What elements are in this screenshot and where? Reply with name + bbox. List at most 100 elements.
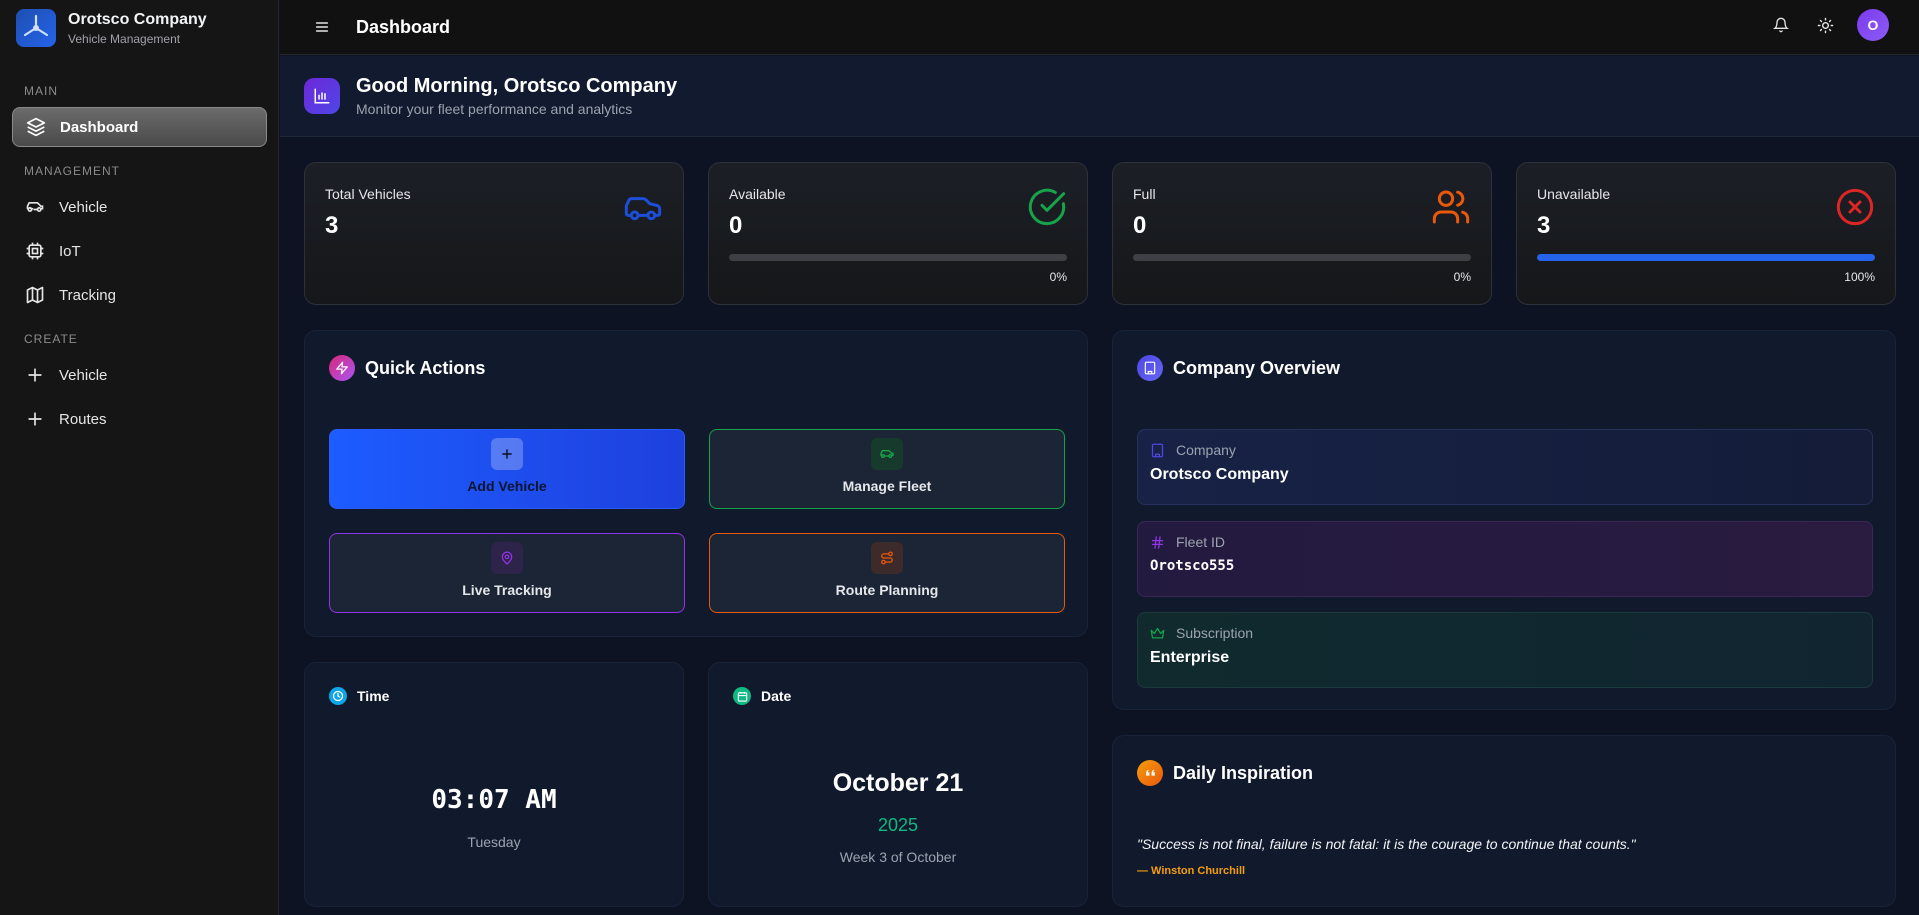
time-panel: Time 03:07 AM Tuesday (304, 662, 684, 907)
sun-icon[interactable] (1813, 13, 1837, 37)
sidebar-item-create-routes[interactable]: Routes (12, 399, 267, 439)
stat-value: 0 (729, 212, 743, 239)
progress-bar (1537, 254, 1875, 261)
fleet-id-value: Orotsco555 (1150, 558, 1235, 574)
stat-value: 3 (1537, 212, 1551, 239)
section-label-create: CREATE (24, 332, 78, 346)
map-icon (25, 285, 45, 305)
progress-bar (729, 254, 1067, 261)
quick-actions-panel: Quick Actions Add Vehicle Manage Fleet L… (304, 330, 1088, 637)
daily-inspiration-panel: Daily Inspiration "Success is not final,… (1112, 735, 1896, 907)
route-planning-button[interactable]: Route Planning (709, 533, 1065, 613)
company-name: Orotsco Company (1150, 466, 1289, 483)
route-icon (871, 542, 903, 574)
avatar[interactable]: O (1857, 9, 1889, 41)
calendar-icon (733, 687, 751, 705)
section-label-main: MAIN (24, 84, 58, 98)
time-value: 03:07 AM (431, 785, 557, 815)
date-value: October 21 (832, 769, 964, 797)
stat-card-unavailable: Unavailable 3 100% (1516, 162, 1896, 305)
week-value: Week 3 of October (839, 849, 957, 865)
company-overview-panel: Company Overview Company Orotsco Company… (1112, 330, 1896, 710)
panel-title: Time (357, 688, 390, 704)
manage-fleet-button[interactable]: Manage Fleet (709, 429, 1065, 509)
button-label: Route Planning (835, 582, 939, 598)
hash-icon (1150, 534, 1166, 550)
button-label: Manage Fleet (842, 478, 932, 494)
sidebar-item-label: Tracking (59, 286, 116, 304)
stat-label: Unavailable (1537, 186, 1611, 202)
stat-card-full: Full 0 0% (1112, 162, 1492, 305)
card-label: Company (1176, 442, 1236, 458)
quote-text: "Success is not final, failure is not fa… (1137, 836, 1636, 852)
x-circle-icon (1835, 187, 1875, 227)
subscription-value: Enterprise (1150, 649, 1230, 666)
greeting-title: Good Morning, Orotsco Company (356, 75, 678, 97)
day-value: Tuesday (467, 834, 521, 850)
building-icon (1137, 355, 1163, 381)
hamburger-menu-icon[interactable] (310, 15, 334, 39)
clock-icon (329, 687, 347, 705)
plus-icon (25, 409, 45, 429)
sidebar-item-label: Routes (59, 410, 107, 428)
panel-title: Daily Inspiration (1173, 762, 1314, 783)
panel-title: Date (761, 688, 792, 704)
brand: Orotsco Company Vehicle Management (0, 0, 278, 56)
progress-bar (1133, 254, 1471, 261)
sidebar-item-label: Vehicle (59, 198, 108, 216)
sidebar-item-create-vehicle[interactable]: Vehicle (12, 355, 267, 395)
zap-icon (329, 355, 355, 381)
year-value: 2025 (877, 815, 919, 835)
topbar: Dashboard O (280, 0, 1919, 55)
progress-percent: 0% (1049, 270, 1067, 284)
sidebar-item-label: IoT (59, 242, 81, 260)
layers-icon (26, 117, 46, 137)
cpu-icon (25, 241, 45, 261)
sidebar-item-dashboard[interactable]: Dashboard (12, 107, 267, 147)
stat-card-total-vehicles: Total Vehicles 3 (304, 162, 684, 305)
propeller-logo-icon (16, 9, 56, 47)
brand-subtitle: Vehicle Management (68, 31, 181, 46)
card-label: Subscription (1176, 625, 1254, 641)
bar-chart-icon (304, 78, 340, 114)
bell-icon[interactable] (1769, 13, 1793, 37)
sidebar-item-label: Dashboard (60, 118, 139, 136)
card-label: Fleet ID (1176, 534, 1226, 550)
greeting-banner: Good Morning, Orotsco Company Monitor yo… (280, 56, 1919, 137)
building-icon (1150, 442, 1166, 458)
button-label: Live Tracking (462, 582, 552, 598)
greeting-subtitle: Monitor your fleet performance and analy… (356, 101, 633, 117)
panel-title: Quick Actions (365, 357, 486, 378)
date-panel: Date October 21 2025 Week 3 of October (708, 662, 1088, 907)
quote-icon (1137, 760, 1163, 786)
subscription-card: Subscription Enterprise (1137, 612, 1873, 688)
sidebar-item-iot[interactable]: IoT (12, 231, 267, 271)
stat-card-available: Available 0 0% (708, 162, 1088, 305)
sidebar-item-label: Vehicle (59, 366, 108, 384)
sidebar-item-tracking[interactable]: Tracking (12, 275, 267, 315)
section-label-management: MANAGEMENT (24, 164, 121, 178)
crown-icon (1150, 625, 1166, 641)
check-circle-icon (1027, 187, 1067, 227)
users-icon (1431, 187, 1471, 227)
stat-label: Total Vehicles (325, 186, 411, 202)
add-vehicle-button[interactable]: Add Vehicle (329, 429, 685, 509)
brand-title: Orotsco Company (68, 10, 207, 28)
progress-percent: 0% (1453, 270, 1471, 284)
plus-icon (25, 365, 45, 385)
fleet-id-card: Fleet ID Orotsco555 (1137, 521, 1873, 597)
stat-label: Available (729, 186, 786, 202)
car-icon (623, 187, 663, 227)
company-card: Company Orotsco Company (1137, 429, 1873, 505)
stat-value: 0 (1133, 212, 1147, 239)
plus-icon (491, 438, 523, 470)
car-icon (871, 438, 903, 470)
car-icon (25, 197, 45, 217)
button-label: Add Vehicle (467, 478, 547, 494)
panel-title: Company Overview (1173, 357, 1341, 378)
stat-label: Full (1133, 186, 1156, 202)
sidebar-item-vehicle[interactable]: Vehicle (12, 187, 267, 227)
stat-value: 3 (325, 212, 339, 239)
sidebar: Orotsco Company Vehicle Management MAIN … (0, 0, 279, 915)
live-tracking-button[interactable]: Live Tracking (329, 533, 685, 613)
